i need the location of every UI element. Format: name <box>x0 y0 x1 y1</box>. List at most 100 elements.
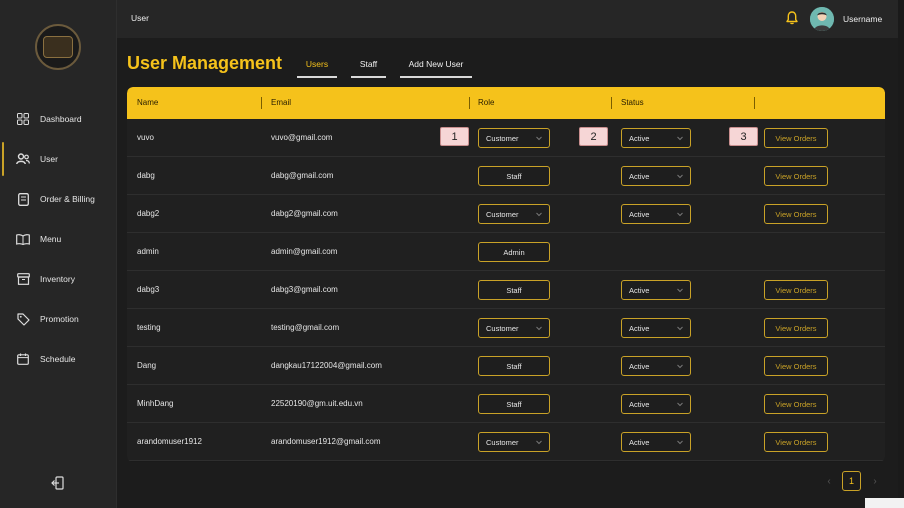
chevron-down-icon <box>676 362 684 370</box>
grid-icon <box>16 112 30 126</box>
user-name: dabg2 <box>137 209 160 218</box>
view-orders-button[interactable]: View Orders <box>764 432 828 452</box>
view-orders-button[interactable]: View Orders <box>764 128 828 148</box>
status-select[interactable]: Active <box>621 318 691 338</box>
brand-logo[interactable] <box>35 24 81 70</box>
window-corner <box>865 498 904 508</box>
role-badge[interactable]: Staff <box>478 394 550 414</box>
status-select-value: Active <box>629 399 650 409</box>
pagination-next-button[interactable]: › <box>869 474 881 488</box>
role-badge[interactable]: Staff <box>478 166 550 186</box>
sidebar-item-label: Menu <box>40 234 62 244</box>
topbar: User Username <box>117 0 904 38</box>
page-title: User Management <box>127 53 283 73</box>
role-select-value: Customer <box>486 133 519 143</box>
status-select[interactable]: Active <box>621 394 691 414</box>
table-row: MinhDang 22520190@gm.uit.edu.vn Staff Activ… <box>127 385 885 423</box>
pagination-current-page[interactable]: 1 <box>842 471 861 491</box>
view-orders-button[interactable]: View Orders <box>764 204 828 224</box>
chevron-down-icon <box>676 134 684 142</box>
role-badge[interactable]: Admin <box>478 242 550 262</box>
table-header: Name Email Role Status <box>127 87 885 119</box>
view-orders-button[interactable]: View Orders <box>764 166 828 186</box>
chevron-down-icon <box>676 210 684 218</box>
column-divider <box>469 97 470 109</box>
user-name: MinhDang <box>137 399 174 408</box>
sidebar-item-inventory[interactable]: Inventory <box>0 260 117 298</box>
status-select-value: Active <box>629 133 650 143</box>
user-email: 22520190@gm.uit.edu.vn <box>271 399 363 408</box>
chevron-down-icon <box>676 172 684 180</box>
chevron-down-icon <box>535 324 543 332</box>
status-select[interactable]: Active <box>621 128 691 148</box>
sidebar-item-label: User <box>40 154 58 164</box>
table-row: dabg3 dabg3@gmail.com Staff Active View Orde… <box>127 271 885 309</box>
user-email: dabg2@gmail.com <box>271 209 338 218</box>
annotation-marker-1: 1 <box>440 127 469 146</box>
tab-staff[interactable]: Staff <box>351 50 386 78</box>
box-icon <box>16 272 30 286</box>
table-row: dabg dabg@gmail.com Staff Active View Orders <box>127 157 885 195</box>
sidebar-item-dashboard[interactable]: Dashboard <box>0 100 117 138</box>
table-row: admin admin@gmail.com Admin <box>127 233 885 271</box>
user-email: vuvo@gmail.com <box>271 133 333 142</box>
status-select-value: Active <box>629 209 650 219</box>
table-row: testing testing@gmail.com Customer Active Vi… <box>127 309 885 347</box>
status-select-value: Active <box>629 285 650 295</box>
table-row: vuvo vuvo@gmail.com Customer Active View Ord… <box>127 119 885 157</box>
scrollbar-track[interactable] <box>898 0 904 508</box>
user-email: dabg@gmail.com <box>271 171 334 180</box>
users-icon <box>16 152 30 166</box>
tab-users[interactable]: Users <box>297 50 337 78</box>
column-header-status: Status <box>621 98 644 107</box>
sidebar-item-schedule[interactable]: Schedule <box>0 340 117 378</box>
user-name: admin <box>137 247 159 256</box>
user-name: Dang <box>137 361 157 370</box>
table-row: dabg2 dabg2@gmail.com Customer Active View O… <box>127 195 885 233</box>
tag-icon <box>16 312 30 326</box>
sidebar-item-menu[interactable]: Menu <box>0 220 117 258</box>
column-divider <box>611 97 612 109</box>
user-name: dabg3 <box>137 285 160 294</box>
status-select-value: Active <box>629 323 650 333</box>
user-name: vuvo <box>137 133 154 142</box>
user-email: admin@gmail.com <box>271 247 338 256</box>
bell-icon[interactable] <box>786 11 800 27</box>
role-select[interactable]: Customer <box>478 128 550 148</box>
chevron-down-icon <box>535 134 543 142</box>
pagination-prev-button[interactable]: ‹ <box>823 474 835 488</box>
role-select[interactable]: Customer <box>478 318 550 338</box>
role-badge[interactable]: Staff <box>478 280 550 300</box>
user-email: arandomuser1912@gmail.com <box>271 437 381 446</box>
calendar-icon <box>16 352 30 366</box>
status-select[interactable]: Active <box>621 204 691 224</box>
status-select[interactable]: Active <box>621 280 691 300</box>
user-email: dangkau17122004@gmail.com <box>271 361 382 370</box>
logout-icon[interactable] <box>51 476 67 492</box>
tab-add-new-user[interactable]: Add New User <box>400 50 472 78</box>
view-orders-button[interactable]: View Orders <box>764 394 828 414</box>
chevron-down-icon <box>676 324 684 332</box>
breadcrumb: User <box>131 13 149 23</box>
table-row: arandomuser1912 arandomuser1912@gmail.com… <box>127 423 885 461</box>
status-select[interactable]: Active <box>621 356 691 376</box>
view-orders-button[interactable]: View Orders <box>764 356 828 376</box>
avatar[interactable] <box>810 7 834 31</box>
sidebar-item-promotion[interactable]: Promotion <box>0 300 117 338</box>
user-name: testing <box>137 323 161 332</box>
user-email: testing@gmail.com <box>271 323 340 332</box>
role-select-value: Customer <box>486 323 519 333</box>
view-orders-button[interactable]: View Orders <box>764 318 828 338</box>
view-orders-button[interactable]: View Orders <box>764 280 828 300</box>
role-badge[interactable]: Staff <box>478 356 550 376</box>
role-select[interactable]: Customer <box>478 204 550 224</box>
chevron-down-icon <box>535 438 543 446</box>
status-select[interactable]: Active <box>621 432 691 452</box>
sidebar-item-order-billing[interactable]: Order & Billing <box>0 180 117 218</box>
status-select[interactable]: Active <box>621 166 691 186</box>
user-name: dabg <box>137 171 155 180</box>
sidebar-item-user[interactable]: User <box>0 140 117 178</box>
username: Username <box>843 14 883 24</box>
receipt-icon <box>16 192 30 206</box>
role-select[interactable]: Customer <box>478 432 550 452</box>
